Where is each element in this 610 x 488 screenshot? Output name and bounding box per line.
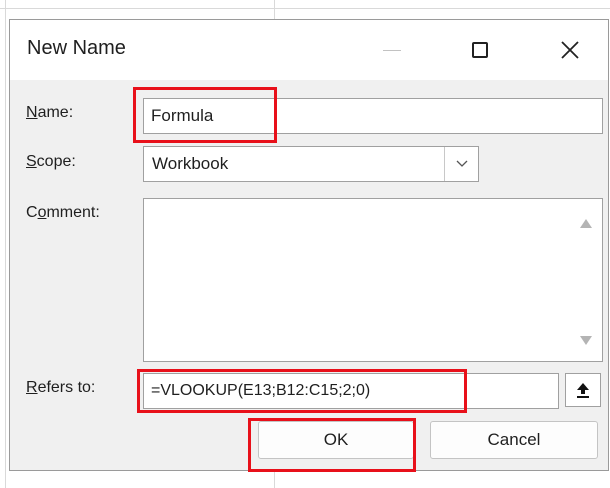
minimize-button[interactable]: [362, 20, 422, 80]
minimize-icon: [383, 49, 401, 51]
collapse-dialog-button[interactable]: [565, 373, 601, 407]
comment-label: Comment:: [26, 204, 100, 222]
scroll-down-icon[interactable]: [580, 336, 592, 345]
name-label-accel: N: [26, 104, 38, 121]
ok-button[interactable]: OK: [258, 421, 414, 459]
refers-to-label-accel: R: [26, 379, 38, 396]
scope-label-accel: S: [26, 153, 37, 170]
close-button[interactable]: [540, 20, 600, 80]
comment-textarea[interactable]: [143, 198, 603, 362]
scope-select[interactable]: Workbook: [143, 146, 479, 182]
comment-label-rest: mment:: [46, 204, 100, 221]
refers-to-value: =VLOOKUP(E13;B12:C15;2;0): [151, 382, 371, 399]
scope-label: Scope:: [26, 153, 76, 171]
refers-to-label: Refers to:: [26, 379, 95, 397]
sheet-gridline: [5, 0, 6, 488]
scroll-up-icon[interactable]: [580, 219, 592, 228]
scope-dropdown-button[interactable]: [444, 147, 478, 181]
maximize-icon: [472, 42, 488, 58]
refers-to-label-rest: efers to:: [37, 379, 96, 396]
sheet-gridline: [0, 8, 610, 9]
comment-label-pre: C: [26, 204, 38, 221]
scope-select-value: Workbook: [152, 154, 229, 173]
cancel-button-label: Cancel: [487, 430, 541, 449]
name-input[interactable]: Formula: [143, 98, 603, 134]
title-bar[interactable]: New Name: [10, 20, 608, 80]
scope-label-rest: cope:: [36, 153, 76, 170]
new-name-dialog: New Name Name: Formula Scope: Workbook C…: [9, 19, 609, 472]
upload-arrow-icon: [577, 383, 589, 398]
maximize-button[interactable]: [450, 20, 510, 80]
name-label-rest: ame:: [37, 104, 74, 121]
dialog-title: New Name: [27, 37, 126, 59]
ok-button-label: OK: [323, 430, 349, 449]
refers-to-input[interactable]: =VLOOKUP(E13;B12:C15;2;0): [143, 373, 559, 409]
name-label: Name:: [26, 104, 73, 122]
cancel-button[interactable]: Cancel: [430, 421, 598, 459]
chevron-down-icon: [456, 160, 467, 167]
name-input-value: Formula: [151, 106, 214, 125]
close-icon: [561, 41, 579, 59]
